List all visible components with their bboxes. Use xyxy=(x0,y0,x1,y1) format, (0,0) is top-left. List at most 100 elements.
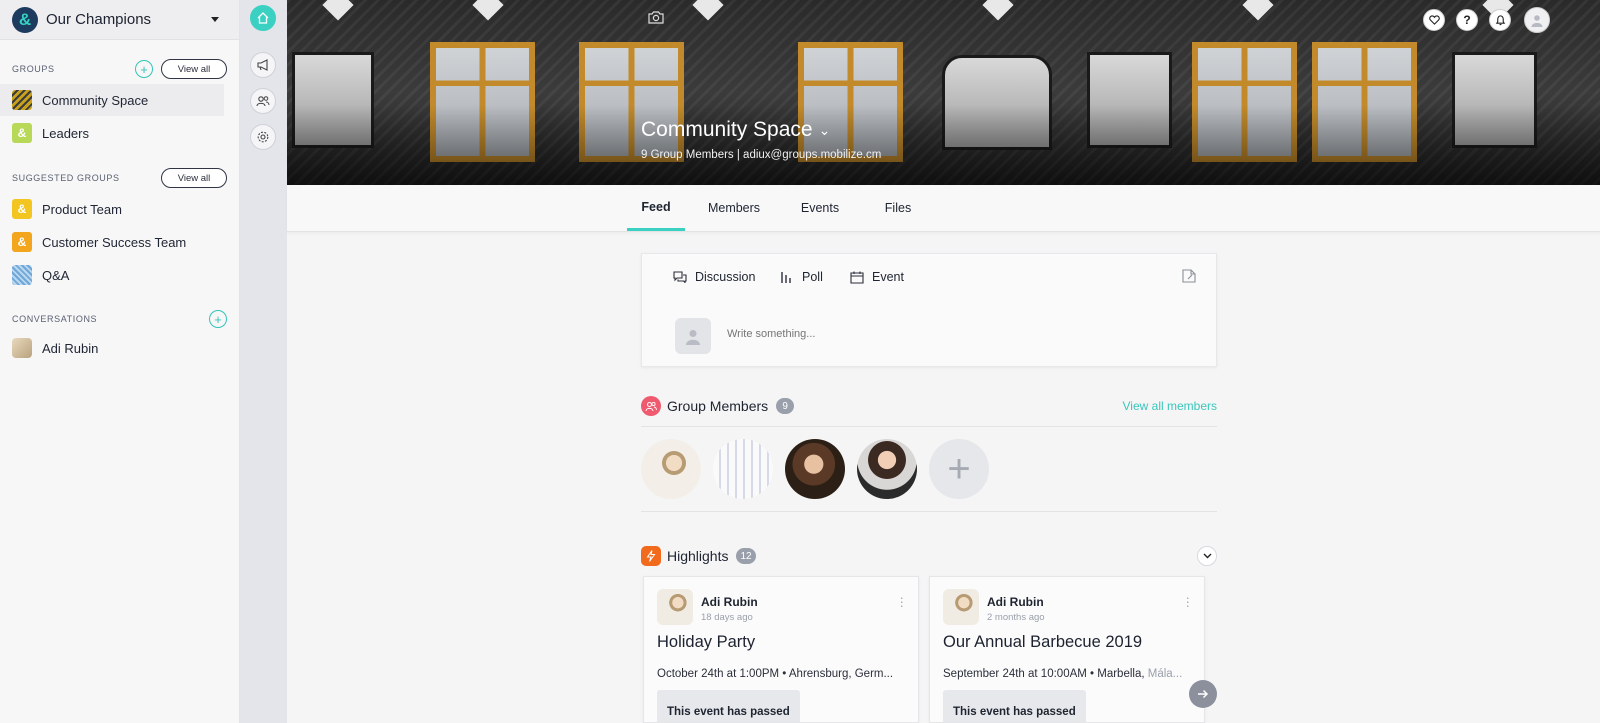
tab-events[interactable]: Events xyxy=(792,185,848,231)
discussion-button[interactable]: Discussion xyxy=(673,270,755,284)
divider xyxy=(641,511,1217,512)
post-input[interactable] xyxy=(727,328,1147,340)
cover-diamond xyxy=(982,0,1014,21)
cover-diamond xyxy=(472,0,504,21)
card-title[interactable]: Holiday Party xyxy=(657,633,755,652)
megaphone-icon[interactable] xyxy=(250,52,276,78)
group-members-header: Group Members 9 View all members xyxy=(641,395,1217,417)
cover-shade xyxy=(287,105,1600,185)
card-time: 18 days ago xyxy=(701,612,753,623)
more-options-icon[interactable]: · · · xyxy=(899,590,904,612)
card-author[interactable]: Adi Rubin xyxy=(701,595,758,609)
sidebar-item-adi-rubin[interactable]: Adi Rubin xyxy=(0,332,239,364)
avatar xyxy=(943,589,979,625)
groups-section-title: GROUPS xyxy=(12,64,55,74)
sidebar-item-leaders[interactable]: & Leaders xyxy=(0,117,239,149)
post-composer: Discussion Poll Event xyxy=(641,253,1217,367)
card-title[interactable]: Our Annual Barbecue 2019 xyxy=(943,633,1142,652)
member-avatar[interactable] xyxy=(641,439,701,499)
group-subtitle: 9 Group Members | adiux@groups.mobilize.… xyxy=(641,149,882,161)
highlight-card[interactable]: Adi Rubin 2 months ago · · · Our Annual Ba… xyxy=(929,576,1205,723)
org-name: Our Champions xyxy=(46,11,152,28)
view-all-members-link[interactable]: View all members xyxy=(1123,399,1217,413)
arrow-right-icon[interactable] xyxy=(1189,680,1217,708)
discussion-label: Discussion xyxy=(695,270,756,284)
event-label: Event xyxy=(872,270,904,284)
card-author[interactable]: Adi Rubin xyxy=(987,595,1044,609)
poll-icon xyxy=(781,272,791,283)
avatar xyxy=(12,338,32,358)
suggested-groups-section-header: SUGGESTED GROUPS View all xyxy=(0,167,239,189)
calendar-icon xyxy=(850,271,864,284)
card-time: 2 months ago xyxy=(987,612,1045,623)
cover-diamond xyxy=(692,0,724,21)
cover-diamond xyxy=(322,0,354,21)
sidebar-item-label: Customer Success Team xyxy=(42,234,187,250)
user-avatar-icon[interactable] xyxy=(1524,7,1550,33)
customer-success-group-icon: & xyxy=(12,232,32,252)
members-count-badge: 9 xyxy=(776,398,795,414)
highlights-title: Highlights xyxy=(667,548,729,564)
event-status-badge: This event has passed xyxy=(943,690,1086,722)
home-icon[interactable] xyxy=(250,5,276,31)
groups-view-all-button[interactable]: View all xyxy=(161,59,227,79)
conversations-section-header: CONVERSATIONS + xyxy=(0,308,239,330)
people-icon xyxy=(641,396,661,416)
more-options-icon[interactable]: · · · xyxy=(1185,590,1190,612)
drafts-icon[interactable] xyxy=(1182,269,1196,288)
sidebar-item-community-space[interactable]: Community Space xyxy=(0,84,224,116)
sidebar-item-qa[interactable]: Q&A xyxy=(0,259,239,291)
new-conversation-button[interactable]: + xyxy=(209,310,227,328)
group-title-text: Community Space xyxy=(641,118,813,141)
groups-section-header: GROUPS + View all xyxy=(0,58,239,80)
chevron-down-icon[interactable] xyxy=(1197,546,1217,566)
lightning-icon xyxy=(641,546,661,566)
tab-files[interactable]: Files xyxy=(877,185,919,231)
left-sidebar: & Our Champions GROUPS + View all Commun… xyxy=(0,0,240,723)
group-tabs: Feed Members Events Files xyxy=(287,185,1600,232)
group-title[interactable]: Community Space ⌄ xyxy=(641,118,830,142)
tab-feed[interactable]: Feed xyxy=(627,185,685,231)
bell-icon[interactable] xyxy=(1489,9,1511,31)
sidebar-item-customer-success-team[interactable]: & Customer Success Team xyxy=(0,226,239,258)
poll-label: Poll xyxy=(802,270,823,284)
event-button[interactable]: Event xyxy=(850,270,904,284)
sidebar-item-label: Leaders xyxy=(42,125,89,141)
highlight-card[interactable]: Adi Rubin 18 days ago · · · Holiday Party … xyxy=(643,576,919,723)
people-icon[interactable] xyxy=(250,88,276,114)
avatar xyxy=(657,589,693,625)
org-switcher[interactable]: & Our Champions xyxy=(0,0,239,40)
sidebar-item-product-team[interactable]: & Product Team xyxy=(0,193,239,225)
avatar xyxy=(675,318,711,354)
community-space-group-icon xyxy=(12,90,32,110)
highlights-header: Highlights 12 xyxy=(641,545,1217,567)
sidebar-item-label: Community Space xyxy=(42,92,149,108)
member-avatar[interactable] xyxy=(857,439,917,499)
tab-members[interactable]: Members xyxy=(700,185,768,231)
leaders-group-icon: & xyxy=(12,123,32,143)
help-icon[interactable]: ? xyxy=(1456,9,1478,31)
icon-rail xyxy=(240,0,287,723)
suggested-view-all-button[interactable]: View all xyxy=(161,168,227,188)
add-group-button[interactable]: + xyxy=(135,60,153,78)
suggested-groups-title: SUGGESTED GROUPS xyxy=(12,173,120,183)
poll-button[interactable]: Poll xyxy=(780,270,823,284)
sidebar-item-label: Product Team xyxy=(42,201,122,217)
heart-icon[interactable] xyxy=(1423,9,1445,31)
group-members-title: Group Members xyxy=(667,398,769,414)
card-meta: September 24th at 10:00AM • Marbella, Má… xyxy=(943,668,1193,680)
product-team-group-icon: & xyxy=(12,199,32,219)
add-member-button[interactable]: + xyxy=(929,439,989,499)
org-logo: & xyxy=(12,6,38,33)
card-meta: October 24th at 1:00PM • Ahrensburg, Ger… xyxy=(657,668,894,680)
chevron-down-icon[interactable]: ⌄ xyxy=(819,122,831,139)
event-status-badge: This event has passed xyxy=(657,690,800,722)
gear-icon[interactable] xyxy=(250,124,276,150)
discussion-icon xyxy=(673,271,687,283)
camera-icon[interactable] xyxy=(648,10,664,29)
highlights-count-badge: 12 xyxy=(736,548,756,564)
qa-group-icon xyxy=(12,265,32,285)
caret-down-icon[interactable] xyxy=(211,17,219,22)
member-avatar[interactable] xyxy=(713,439,773,499)
member-avatar[interactable] xyxy=(785,439,845,499)
